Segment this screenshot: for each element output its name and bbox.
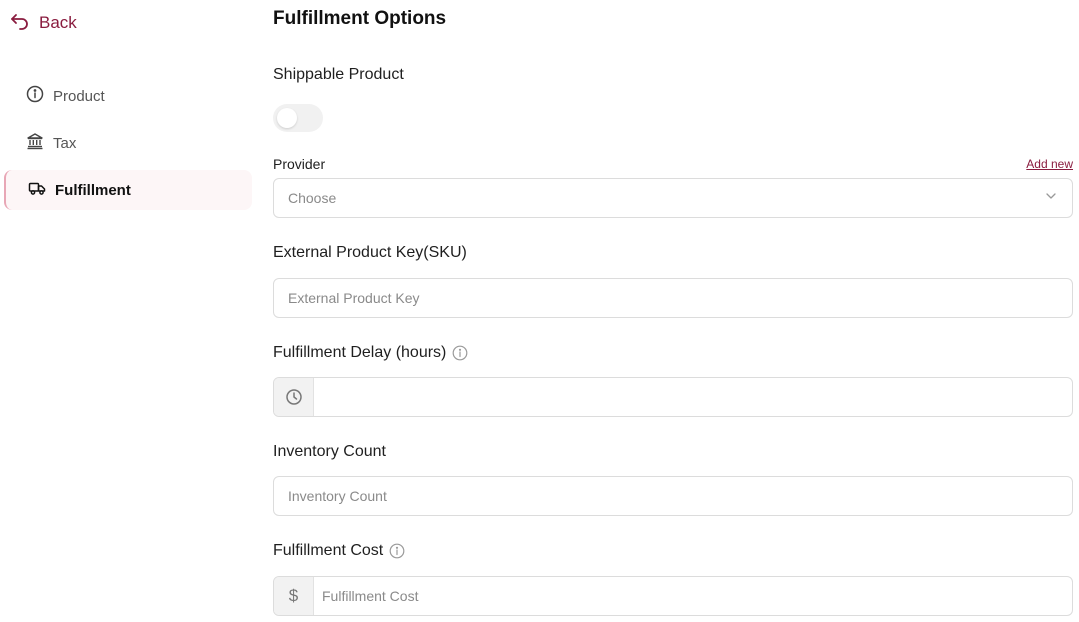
cost-input[interactable] [314, 577, 1072, 615]
add-new-provider-link[interactable]: Add new [1026, 157, 1073, 171]
inventory-label-text: Inventory Count [273, 443, 386, 460]
provider-select[interactable]: Choose [273, 178, 1073, 218]
info-icon[interactable] [389, 543, 405, 559]
back-label: Back [39, 12, 77, 32]
sidebar-item-label: Product [53, 87, 105, 105]
sku-label: External Product Key(SKU) [273, 244, 467, 262]
delay-label: Fulfillment Delay (hours) [273, 344, 468, 362]
sku-label-text: External Product Key(SKU) [273, 244, 467, 261]
info-circle-icon [26, 85, 44, 107]
back-button[interactable]: Back [10, 10, 77, 35]
sku-field[interactable] [273, 278, 1073, 318]
provider-select-placeholder: Choose [288, 190, 337, 206]
back-arrow-icon [10, 10, 30, 35]
cost-field[interactable]: $ [273, 576, 1073, 616]
cost-label: Fulfillment Cost [273, 542, 405, 560]
inventory-input[interactable] [274, 477, 1072, 515]
provider-label-text: Provider [273, 156, 326, 172]
delay-label-text: Fulfillment Delay (hours) [273, 344, 447, 361]
sidebar-item-fulfillment[interactable]: Fulfillment [4, 170, 252, 210]
provider-label: Provider [273, 156, 325, 172]
sidebar-item-tax[interactable]: Tax [4, 123, 252, 163]
sidebar-item-label: Fulfillment [55, 181, 131, 199]
shippable-label-text: Shippable Product [273, 66, 404, 83]
app: Back Product Tax Fulfillment Fulfillment… [0, 0, 1079, 622]
info-icon[interactable] [452, 345, 468, 361]
dollar-icon: $ [274, 577, 314, 615]
shippable-toggle[interactable] [273, 104, 323, 132]
delay-field[interactable] [273, 377, 1073, 417]
cost-label-text: Fulfillment Cost [273, 542, 384, 559]
clock-icon [274, 378, 314, 416]
page-title: Fulfillment Options [273, 8, 447, 29]
toggle-knob [277, 108, 297, 128]
sidebar-item-product[interactable]: Product [4, 76, 252, 116]
inventory-label: Inventory Count [273, 443, 386, 461]
bank-icon [26, 132, 44, 154]
sku-input[interactable] [274, 279, 1072, 317]
sidebar-item-label: Tax [53, 134, 77, 152]
truck-icon [28, 179, 46, 201]
shippable-label: Shippable Product [273, 66, 404, 84]
chevron-down-icon [1044, 189, 1072, 208]
dollar-sign: $ [288, 586, 299, 605]
inventory-field[interactable] [273, 476, 1073, 516]
delay-input[interactable] [314, 378, 1072, 416]
